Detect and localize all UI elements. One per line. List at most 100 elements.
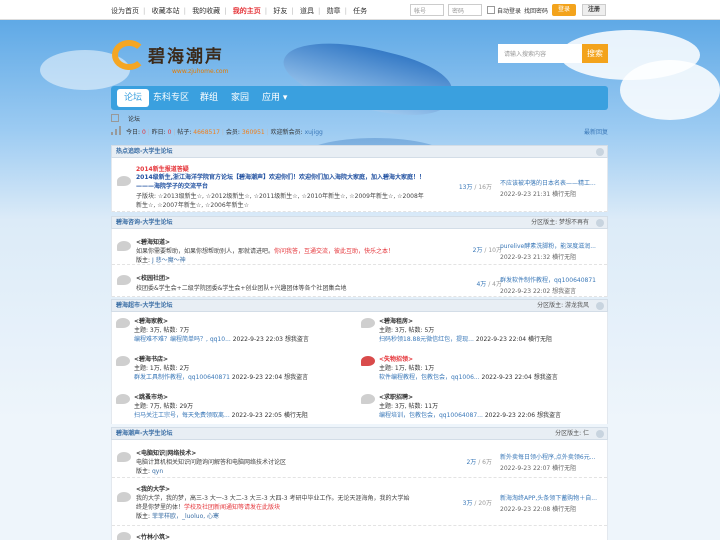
forum-cell[interactable]: <碧海租房> 主题: 3万, 帖数: 5万 扫码秒领18.88元微信红包，提现.… — [357, 312, 602, 350]
forum-icon — [117, 176, 131, 186]
section-title: 热点追踪-大学生论坛 — [116, 148, 173, 155]
auto-login-checkbox[interactable] — [487, 6, 495, 14]
cloud-decoration — [620, 60, 720, 120]
link-set-home[interactable]: 设为首页 — [111, 7, 139, 15]
home-icon[interactable] — [111, 114, 119, 122]
forum-title[interactable]: <碧海租房> — [379, 316, 413, 325]
collapse-icon[interactable] — [596, 219, 604, 227]
section-main: <电脑知识|网络技术> 电脑计算机相关知识问题询问解答和电脑网络技术讨论区 版主… — [111, 440, 608, 540]
forum-desc: 我的大学，我的梦，高三-3 大一-3 大二-3 大三-3 大四-3 考研中毕业工… — [136, 495, 410, 502]
nav-groups[interactable]: 群组 — [200, 86, 218, 110]
forum-stat: 主题: 3万, 帖数: 11万 — [379, 403, 439, 410]
nav-apps[interactable]: 应用 ▾ — [262, 86, 287, 110]
forgot-password-link[interactable]: 找回密码 — [524, 6, 548, 15]
site-logo[interactable]: 碧海潮声 www.zjuhome.com — [112, 40, 242, 76]
last-post[interactable]: 扫马关注工宗号，每天免费领取离... 2022-9-23 22:05 横行无阻 — [134, 410, 308, 419]
link-tasks[interactable]: 任务 — [353, 7, 367, 15]
breadcrumb-forum[interactable]: 论坛 — [128, 114, 140, 123]
last-post[interactable]: purelive酵素洗脚粉，能深度滋润... 2022-9-23 21:32 横行… — [500, 241, 600, 261]
collapse-icon[interactable] — [596, 430, 604, 438]
forum-title[interactable]: 2014级新生,浙江海洋学院官方论坛【碧海潮声】欢迎你们！欢迎你们加入海院大家庭… — [136, 173, 426, 191]
forum-title[interactable]: <电脑知识|网络技术> — [136, 448, 196, 457]
nav-dongke[interactable]: 东科专区 — [153, 86, 189, 110]
login-button[interactable]: 登录 — [552, 4, 576, 16]
chevron-down-icon: ▾ — [282, 93, 288, 103]
section-title: 碧海咨询-大学生论坛 — [116, 219, 173, 226]
last-post[interactable]: 软件编程教程，包教包会，qq1006... 2022-9-23 22:04 想我… — [379, 372, 558, 381]
forum-cell[interactable]: <失物招领> 主题: 1万, 帖数: 1万 软件编程教程，包教包会，qq1006… — [357, 350, 602, 388]
forum-counts: 2万 / 10万 — [472, 247, 502, 254]
logo-title: 碧海潮声 — [148, 47, 224, 67]
link-tools[interactable]: 道具 — [300, 7, 314, 15]
section-header-main[interactable]: 碧海潮声-大学生论坛 分区版主: 仁 — [111, 427, 608, 440]
forum-title[interactable]: <碧海家教> — [134, 316, 168, 325]
top-bar: 设为首页 | 收藏本站 | 我的收藏 | 我的主页 | 好友 | 道具 | 勋章 | 任务 帐… — [0, 0, 720, 20]
nav-home[interactable]: 家园 — [231, 86, 249, 110]
section-moderator: 分区版主: 梦想不再有 — [531, 219, 589, 226]
auto-login-label: 自动登录 — [497, 8, 522, 15]
nav-forum[interactable]: 论坛 — [117, 89, 150, 107]
collapse-icon[interactable] — [596, 148, 604, 156]
forum-cell[interactable]: <碧海书店> 主题: 1万, 帖数: 2万 群发工具制作教程，qq1006408… — [112, 350, 357, 388]
forum-icon — [117, 275, 131, 285]
forum-row: <竹林小筑> — [112, 526, 607, 540]
forum-moderators: 版主: J 悲～魔～神 — [136, 257, 186, 264]
account-input[interactable]: 帐号 — [410, 4, 444, 16]
section-header-market[interactable]: 碧海超市-大学生论坛 分区版主: 游龙我风 — [111, 299, 608, 312]
register-button[interactable]: 注册 — [582, 4, 606, 16]
link-my-favorites[interactable]: 我的收藏 — [192, 7, 220, 15]
last-post[interactable]: 扫码秒领18.88元微信红包，提现... 2022-9-23 22:04 横行无… — [379, 334, 552, 343]
forum-counts: 4万 / 4万 — [476, 281, 502, 288]
forum-icon — [361, 356, 375, 366]
forum-title[interactable]: <求职招聘> — [379, 392, 413, 401]
forum-title[interactable]: <碧海知道> — [136, 237, 170, 246]
main-nav: 论坛 东科专区 群组 家园 应用 ▾ — [111, 86, 608, 110]
collapse-icon[interactable] — [596, 302, 604, 310]
link-medals[interactable]: 勋章 — [327, 7, 341, 15]
link-friends[interactable]: 好友 — [273, 7, 287, 15]
newest-member-link[interactable]: xujigg — [305, 129, 323, 136]
forum-cell[interactable]: <跳蚤市场> 主题: 7万, 帖数: 29万 扫马关注工宗号，每天免费领取离..… — [112, 388, 357, 426]
last-post[interactable]: 不应该被冲落的日本名表——精工... 2022-9-23 21:31 横行无阻 — [500, 178, 600, 198]
forum-title[interactable]: <失物招领> — [379, 354, 413, 363]
forum-counts: 3万 / 20万 — [462, 500, 492, 507]
forum-title[interactable]: <跳蚤市场> — [134, 392, 168, 401]
latest-replies-link[interactable]: 最新回复 — [584, 127, 608, 136]
forum-icon — [117, 492, 131, 502]
search-input[interactable]: 请输入搜索内容 — [498, 44, 582, 63]
section-title: 碧海超市-大学生论坛 — [116, 302, 173, 309]
forum-moderators: 版主: 菲菲样欧，_luoluo, 心寒 — [136, 513, 220, 520]
forum-badge[interactable]: 2014新生报道答疑 — [136, 164, 189, 173]
forum-title[interactable]: <我的大学> — [136, 484, 170, 493]
forum-title[interactable]: <碧海书店> — [134, 354, 168, 363]
forum-row: <碧海知道> 如果你需要帮助，如果你想帮助别人，那就请进吧。你问我答，互通交流，… — [112, 229, 607, 265]
section-header-hot[interactable]: 热点追踪-大学生论坛 — [111, 145, 608, 158]
password-input[interactable]: 密码 — [448, 4, 482, 16]
forum-icon — [116, 318, 130, 328]
link-my-home[interactable]: 我的主页 — [233, 7, 261, 15]
forum-stat: 主题: 3万, 帖数: 7万 — [134, 327, 190, 334]
logo-mark-icon — [112, 40, 146, 70]
forum-cell[interactable]: <求职招聘> 主题: 3万, 帖数: 11万 编程培训，包教包会，qq10064… — [357, 388, 602, 426]
forum-stat: 主题: 1万, 帖数: 2万 — [134, 365, 190, 372]
section-header-consult[interactable]: 碧海咨询-大学生论坛 分区版主: 梦想不再有 — [111, 216, 608, 229]
forum-stat: 主题: 3万, 帖数: 5万 — [379, 327, 435, 334]
last-post[interactable]: 新海淘终APP,头条领下蓄购物＋自... 2022-9-23 22:08 横行无阻 — [500, 493, 600, 513]
link-favorite-site[interactable]: 收藏本站 — [152, 7, 180, 15]
forum-moderators: 版主: qyn — [136, 468, 164, 475]
forum-icon — [361, 318, 375, 328]
last-post[interactable]: 群发软件制作教程，qq100640871 2022-9-23 22:02 想我盗言 — [500, 275, 600, 295]
last-post[interactable]: 编程难不难？编程简单吗？, qq10... 2022-9-23 22:03 想我… — [134, 334, 309, 343]
forum-icon — [117, 452, 131, 462]
section-moderator: 分区版主: 仁 — [555, 430, 589, 437]
forum-title[interactable]: <校园社团> — [136, 273, 170, 282]
logo-url: www.zjuhome.com — [172, 68, 229, 75]
subforum-list[interactable]: 子版块: ☆2013级新生☆, ☆2012级新生☆, ☆2011级新生☆, ☆2… — [136, 192, 426, 210]
forum-title[interactable]: <竹林小筑> — [136, 532, 170, 540]
forum-cell[interactable]: <碧海家教> 主题: 3万, 帖数: 7万 编程难不难？编程简单吗？, qq10… — [112, 312, 357, 350]
last-post[interactable]: 群发工具制作教程，qq100640871 2022-9-23 22:04 想我盗… — [134, 372, 308, 381]
last-post[interactable]: 新外卖每日领小程序,点外卖领6元... 2022-9-23 22:07 横行无阻 — [500, 452, 600, 472]
breadcrumb: 论坛 — [111, 113, 608, 125]
last-post[interactable]: 编程培训，包教包会，qq10064087... 2022-9-23 22:06 … — [379, 410, 561, 419]
search-button[interactable]: 搜索 — [582, 44, 608, 63]
